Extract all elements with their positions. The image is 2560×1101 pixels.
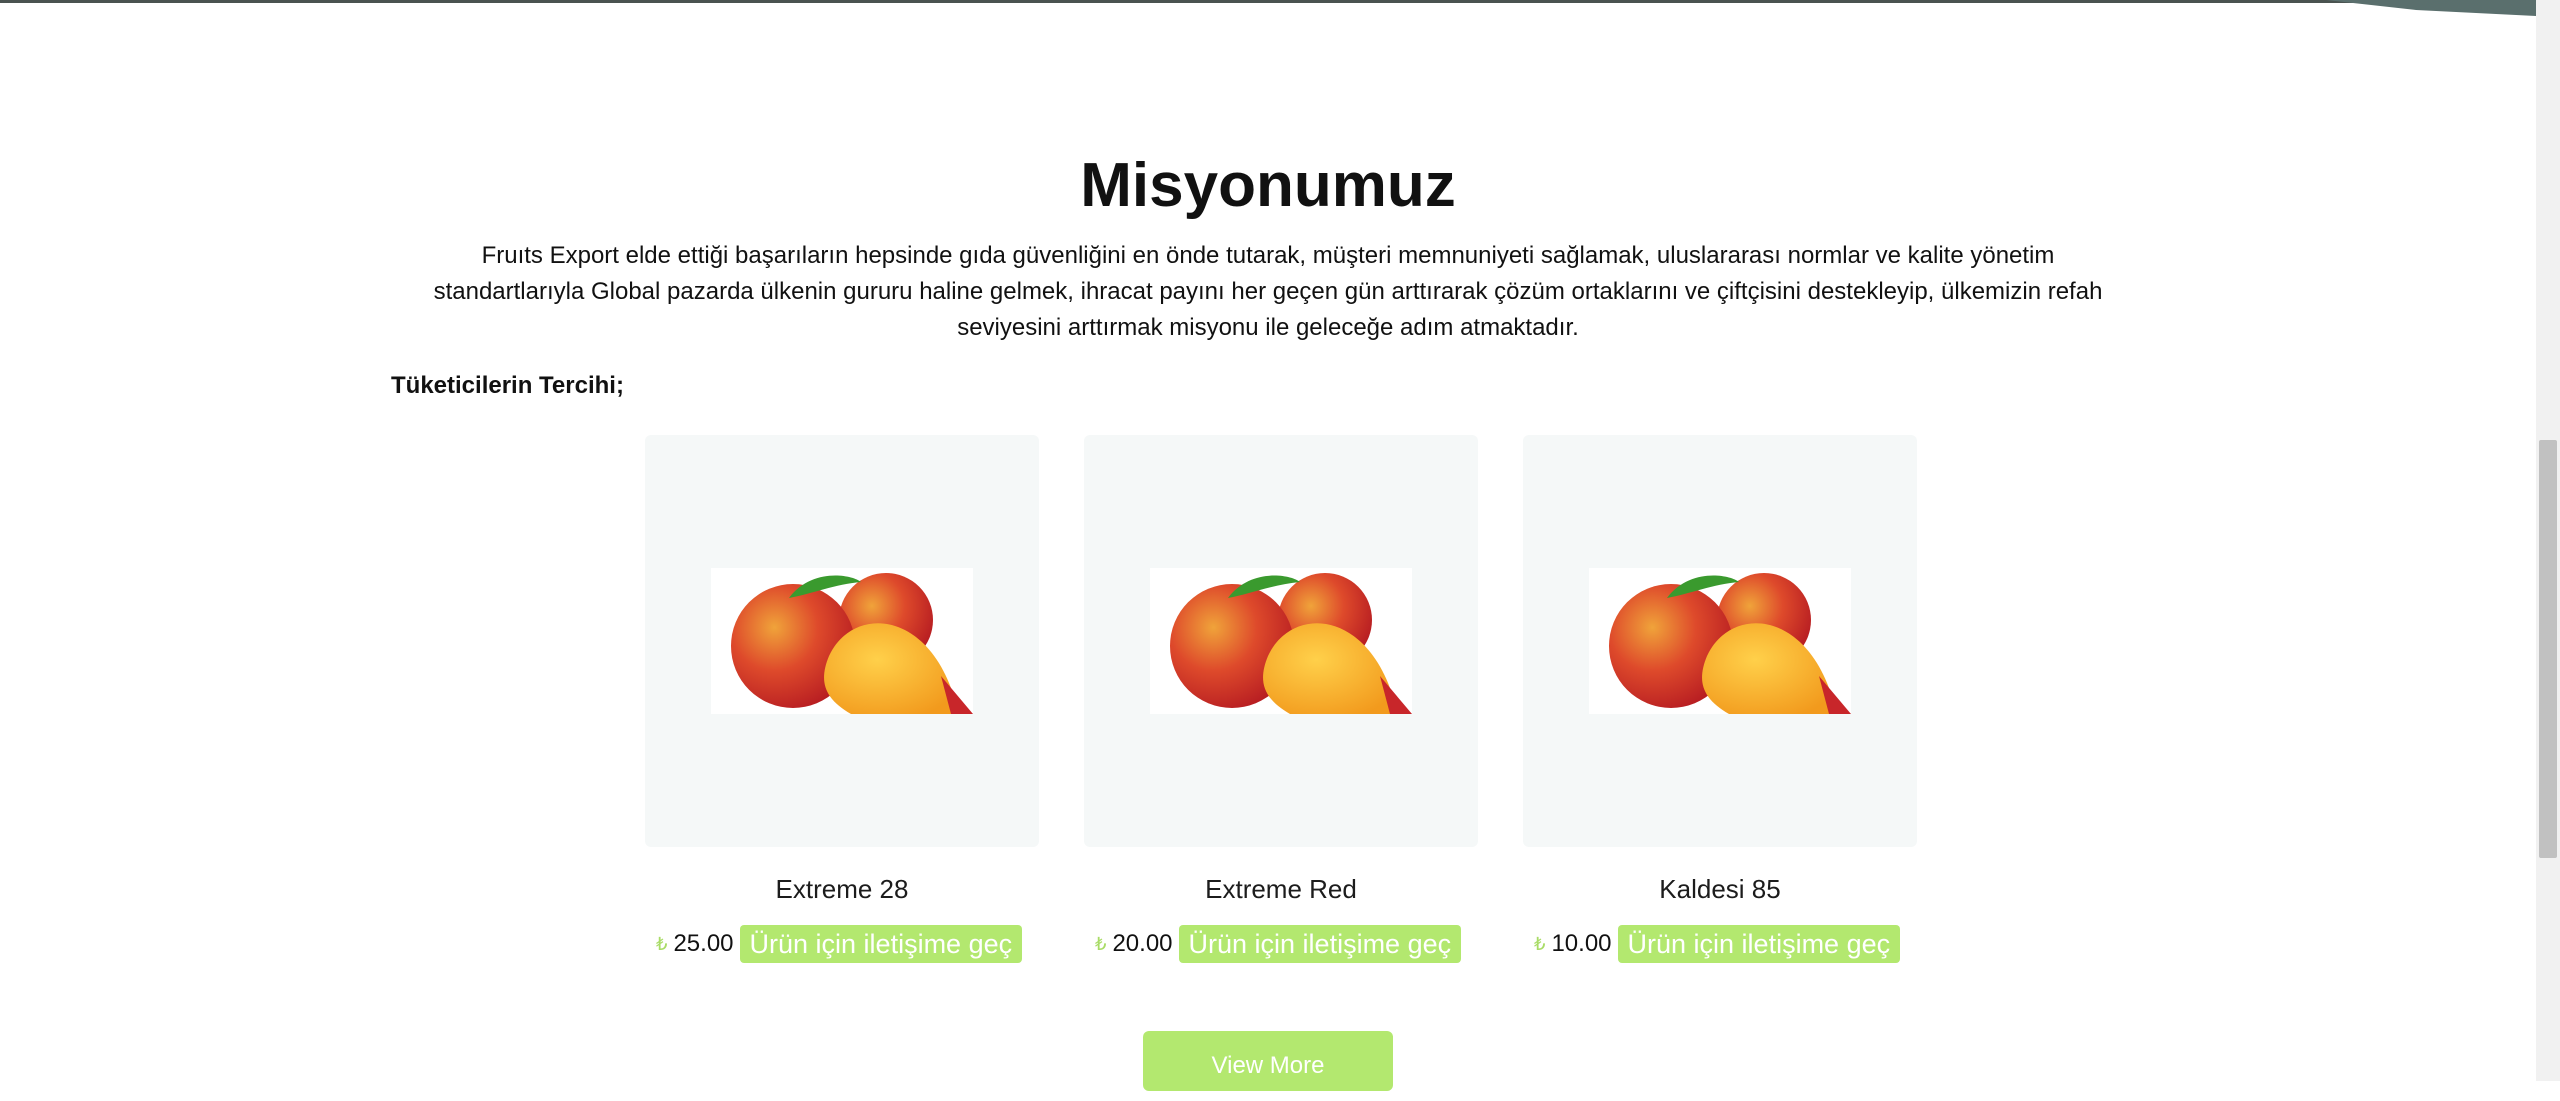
corner-decoration <box>2326 0 2536 16</box>
mission-text: Fruıts Export elde ettiği başarıların he… <box>433 242 2103 341</box>
peach-image <box>1150 568 1412 714</box>
price-row: ₺ 25.00 Ürün için iletişime geç <box>656 924 1023 964</box>
products-heading: Tüketicilerin Tercihi; <box>391 372 624 399</box>
peach-image <box>711 568 973 714</box>
price-row: ₺ 20.00 Ürün için iletişime geç <box>1095 924 1462 964</box>
product-name[interactable]: Kaldesi 85 <box>1523 872 1917 906</box>
contact-product-button[interactable]: Ürün için iletişime geç <box>1178 925 1462 963</box>
currency-icon: ₺ <box>1095 933 1107 954</box>
currency-icon: ₺ <box>1534 933 1546 954</box>
contact-product-button[interactable]: Ürün için iletişime geç <box>739 925 1023 963</box>
currency-icon: ₺ <box>656 933 668 954</box>
price-row: ₺ 10.00 Ürün için iletişime geç <box>1534 924 1901 964</box>
scrollbar[interactable] <box>2536 0 2560 1081</box>
product-price: 20.00 <box>1112 930 1173 957</box>
contact-product-button[interactable]: Ürün için iletişime geç <box>1617 925 1901 963</box>
product-price: 10.00 <box>1551 930 1612 957</box>
view-more-button[interactable]: View More <box>1143 1031 1393 1091</box>
peach-image <box>1589 568 1851 714</box>
product-name[interactable]: Extreme 28 <box>645 872 1039 906</box>
product-image-frame[interactable] <box>1523 435 1917 847</box>
product-image-frame[interactable] <box>645 435 1039 847</box>
product-price: 25.00 <box>673 930 734 957</box>
top-border <box>0 0 2536 3</box>
mission-title: Misyonumuz <box>1080 151 1456 220</box>
scrollbar-thumb[interactable] <box>2539 440 2557 858</box>
product-name[interactable]: Extreme Red <box>1084 872 1478 906</box>
product-image-frame[interactable] <box>1084 435 1478 847</box>
